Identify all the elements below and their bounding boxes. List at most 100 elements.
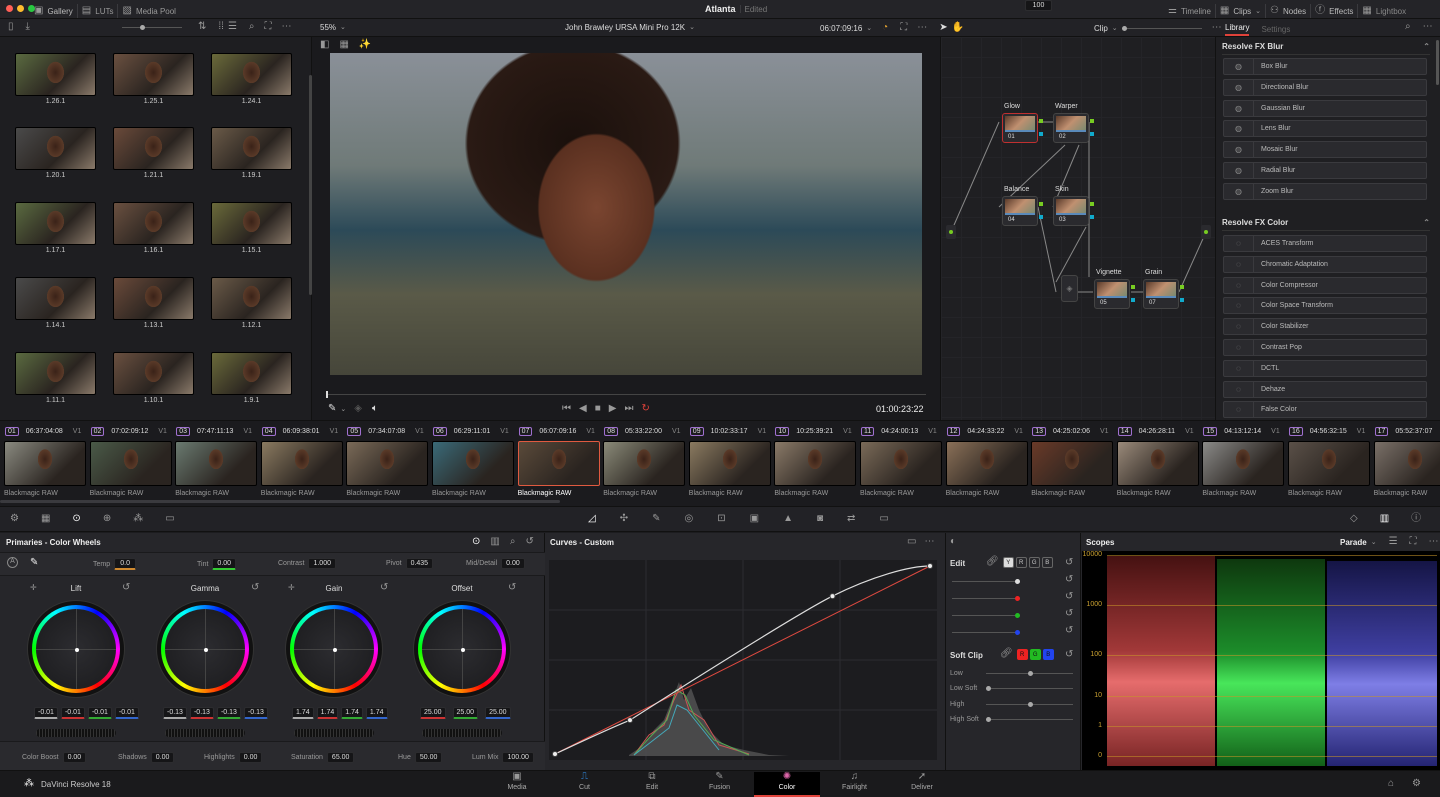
- wheel-value-field[interactable]: -0.13: [189, 707, 214, 719]
- lift-color-wheel[interactable]: [27, 600, 125, 698]
- gallery-still[interactable]: [113, 352, 194, 395]
- node-warper[interactable]: 02: [1053, 113, 1089, 143]
- sizing-icon[interactable]: ⇄: [847, 514, 855, 524]
- tab-settings[interactable]: Settings: [1261, 25, 1290, 34]
- more-icon[interactable]: ⋯: [1429, 537, 1439, 547]
- offset-master-wheel[interactable]: [422, 729, 502, 737]
- gallery-still[interactable]: [211, 352, 292, 395]
- channel-intensity-slider[interactable]: [952, 630, 1020, 635]
- gallery-still[interactable]: [15, 53, 96, 96]
- magic-mask-icon[interactable]: ▣: [750, 514, 759, 524]
- clip-thumbnail[interactable]: [4, 441, 86, 486]
- go-to-start-icon[interactable]: ⏮︎: [562, 404, 571, 414]
- pivot-field[interactable]: 0.435: [405, 558, 434, 569]
- qualifier-icon[interactable]: ✎: [652, 514, 660, 524]
- node-output-port[interactable]: [1131, 298, 1135, 302]
- wheel-puck[interactable]: [204, 648, 208, 652]
- grid-view-icon[interactable]: ⁞⁞: [218, 22, 224, 32]
- reset-icon[interactable]: ↺: [1065, 575, 1073, 585]
- wheels-mode-icon[interactable]: ⊙: [472, 537, 480, 547]
- output-node[interactable]: [1201, 225, 1211, 239]
- wheel-value-field[interactable]: 1.74: [292, 707, 314, 719]
- gain-color-wheel[interactable]: [285, 600, 383, 698]
- hue-field[interactable]: 50.00: [414, 752, 443, 763]
- effect-item[interactable]: ◍ Box Blur: [1223, 58, 1427, 75]
- section-resolve-fx-color[interactable]: Resolve FX Color ⌃: [1222, 218, 1430, 231]
- gallery-still[interactable]: [15, 202, 96, 245]
- white-balance-picker-icon[interactable]: ✎: [30, 557, 38, 568]
- grid-icon[interactable]: ▦: [339, 40, 348, 50]
- timeline-button[interactable]: Timeline: [1181, 7, 1211, 16]
- clip-thumbnail[interactable]: [688, 441, 771, 486]
- settings-gear-icon[interactable]: ⚙: [1412, 779, 1421, 789]
- link-icon[interactable]: 🔗︎: [1000, 649, 1013, 660]
- clip-thumbnail[interactable]: [260, 441, 343, 486]
- gallery-still[interactable]: [113, 127, 194, 170]
- effect-item[interactable]: ◍ Zoom Blur: [1223, 182, 1427, 200]
- gallery-still[interactable]: [113, 202, 194, 245]
- clip-thumbnail[interactable]: [1373, 441, 1440, 486]
- fullscreen-icon[interactable]: ⛶: [1410, 537, 1417, 547]
- camera-raw-icon[interactable]: ⚙: [10, 514, 19, 524]
- picker-icon[interactable]: ✛: [30, 584, 37, 592]
- tint-field[interactable]: 0.00: [212, 558, 237, 570]
- gallery-still[interactable]: [15, 277, 96, 320]
- reset-icon[interactable]: ↺: [525, 537, 533, 547]
- hand-icon[interactable]: ✋: [952, 23, 964, 33]
- node-output-port[interactable]: [1131, 285, 1135, 289]
- magic-wand-icon[interactable]: ✨: [359, 40, 371, 50]
- clip-thumbnail[interactable]: [517, 441, 600, 486]
- scope-settings-icon[interactable]: ☰: [1389, 537, 1398, 547]
- wheel-value-field[interactable]: -0.13: [216, 707, 241, 719]
- hdr-wheels-icon[interactable]: ⊕: [103, 514, 111, 524]
- gallery-still[interactable]: [211, 277, 292, 320]
- close-button[interactable]: [6, 5, 13, 12]
- clip-strip-scrollbar[interactable]: [0, 500, 560, 503]
- tab-library[interactable]: Library: [1225, 23, 1250, 36]
- channel-g-button[interactable]: G: [1028, 557, 1040, 568]
- node-output-port[interactable]: [1180, 285, 1184, 289]
- viewer-timecode[interactable]: 06:07:09:16: [820, 24, 862, 33]
- more-icon[interactable]: ⋯: [924, 537, 934, 547]
- pointer-icon[interactable]: ➤: [939, 23, 947, 33]
- node-output-port[interactable]: [1090, 202, 1094, 206]
- reset-icon[interactable]: ↺: [251, 583, 259, 593]
- curves-graph[interactable]: [549, 560, 937, 760]
- 3d-icon[interactable]: ▭: [879, 514, 888, 524]
- color-warper-icon[interactable]: ✣: [620, 514, 628, 524]
- fullscreen-icon[interactable]: ⛶: [900, 23, 907, 33]
- offset-color-wheel[interactable]: [413, 600, 511, 698]
- page-tab-media[interactable]: ▣ Media: [484, 772, 550, 792]
- gallery-still[interactable]: [211, 202, 292, 245]
- softclip-icon[interactable]: ◐: [950, 537, 956, 547]
- reset-icon[interactable]: ↺: [1065, 609, 1073, 619]
- effect-item[interactable]: ◌ Color Space Transform: [1223, 297, 1427, 315]
- clip-thumbnail[interactable]: [1202, 441, 1285, 486]
- chevron-down-icon[interactable]: ⌄: [340, 24, 346, 31]
- sidebar-toggle-icon[interactable]: ▯: [8, 22, 14, 32]
- chevron-down-icon[interactable]: ⌄: [1371, 539, 1377, 546]
- bars-mode-icon[interactable]: ▥: [490, 537, 499, 547]
- clip-thumbnail[interactable]: [774, 441, 857, 486]
- curve-control-point[interactable]: [552, 751, 558, 757]
- layers-icon[interactable]: ◈: [354, 404, 362, 414]
- clips-button[interactable]: Clips: [1233, 7, 1251, 16]
- page-tab-edit[interactable]: ⧉ Edit: [619, 772, 685, 792]
- gallery-still[interactable]: [15, 352, 96, 395]
- gamma-color-wheel[interactable]: [156, 600, 254, 698]
- scopes-icon[interactable]: ▥: [1380, 514, 1389, 524]
- node-vignette[interactable]: 05: [1094, 279, 1130, 309]
- clip-thumbnail[interactable]: [1288, 441, 1370, 486]
- mid-detail-field[interactable]: 0.00: [501, 558, 525, 569]
- softclip-g-button[interactable]: G: [1029, 649, 1041, 660]
- clip-thumbnail[interactable]: [945, 441, 1028, 486]
- effect-item[interactable]: ◍ Gaussian Blur: [1223, 99, 1427, 117]
- gallery-still[interactable]: [211, 127, 292, 170]
- list-view-icon[interactable]: ☰: [228, 22, 237, 32]
- viewer-zoom[interactable]: 55%: [320, 23, 336, 32]
- go-to-end-icon[interactable]: ⏭︎: [624, 404, 633, 414]
- library-scrollbar[interactable]: [1436, 40, 1439, 85]
- high-soft-slider[interactable]: [986, 717, 1073, 722]
- wheel-value-field[interactable]: -0.01: [34, 707, 58, 719]
- auto-balance-icon[interactable]: A: [7, 557, 18, 568]
